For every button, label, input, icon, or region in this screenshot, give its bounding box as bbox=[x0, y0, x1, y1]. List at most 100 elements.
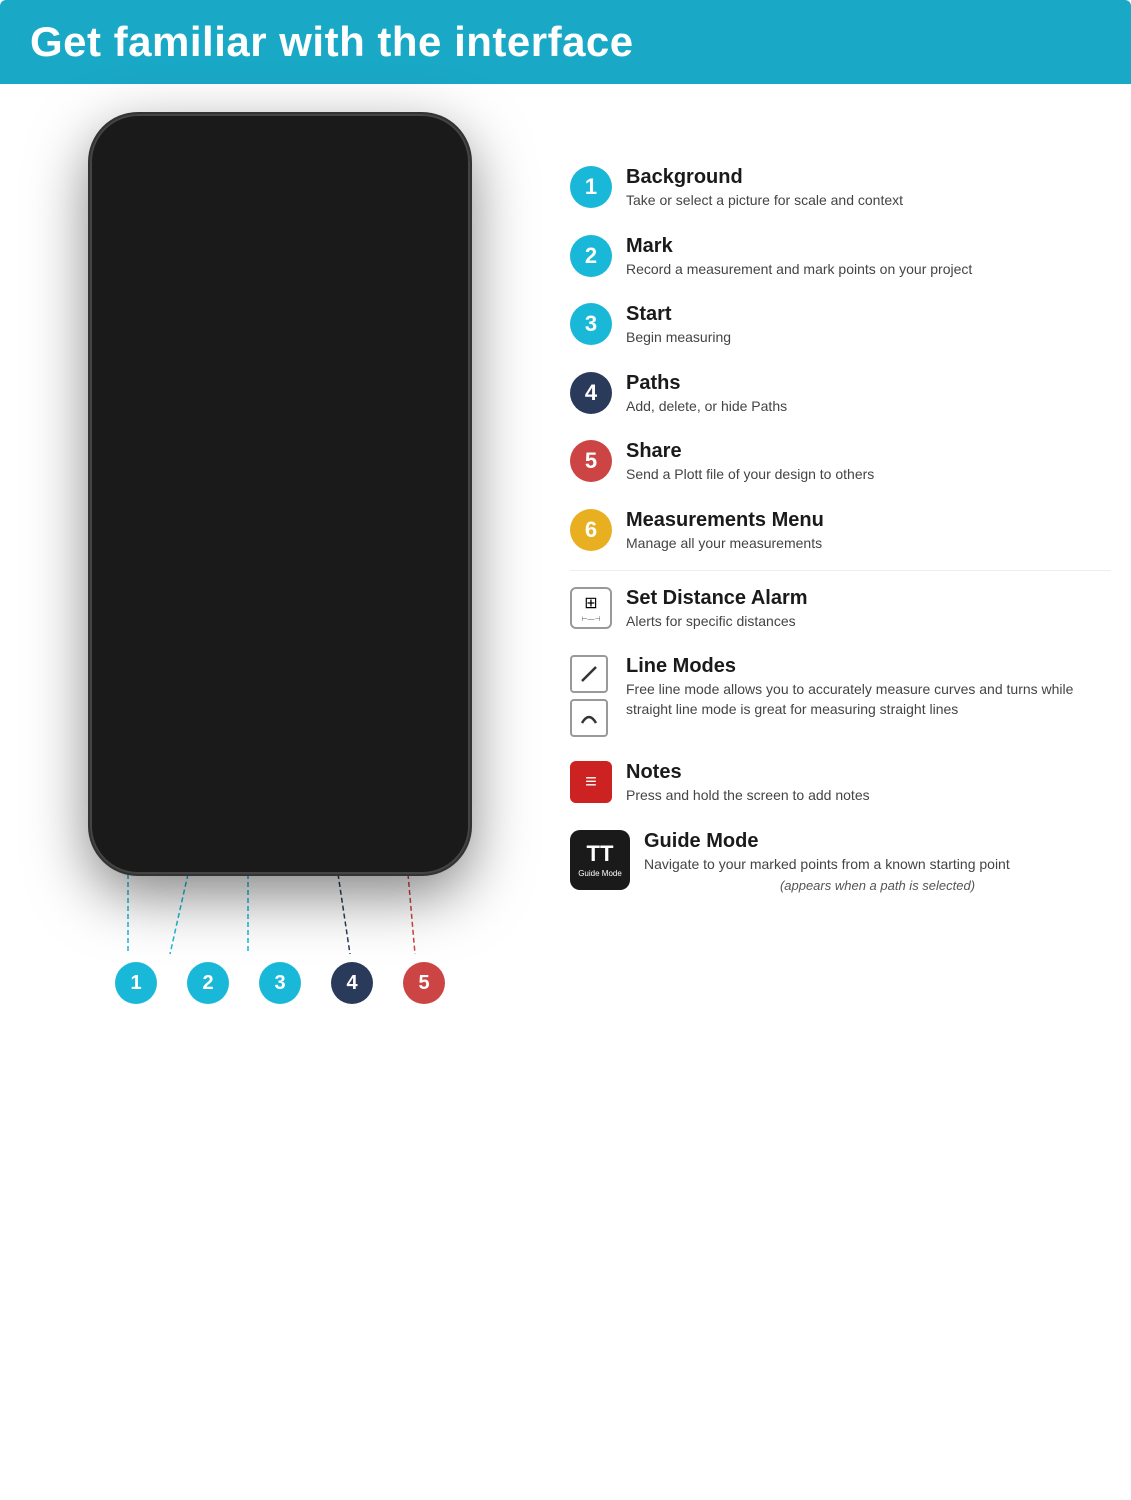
info-title-start: Start bbox=[626, 303, 1111, 326]
info-desc-share: Send a Plott file of your design to othe… bbox=[626, 465, 1111, 485]
ruler-dots-icon: ⊞ bbox=[584, 593, 597, 613]
info-text-background: Background Take or select a picture for … bbox=[626, 166, 1111, 211]
note-pin: ≡ bbox=[224, 479, 254, 509]
info-text-start: Start Begin measuring bbox=[626, 303, 1111, 348]
guide-mode-icon: TT Guide Mode bbox=[570, 830, 630, 890]
info-row-distance-alarm: ⊞ ⊢—⊣ Set Distance Alarm Alerts for spec… bbox=[570, 575, 1111, 644]
toolbar-mark[interactable]: 📍 MARK bbox=[188, 744, 248, 783]
info-text-paths: Paths Add, delete, or hide Paths bbox=[626, 372, 1111, 417]
info-text-share: Share Send a Plott file of your design t… bbox=[626, 440, 1111, 485]
appears-note: (appears when a path is selected) bbox=[644, 878, 1111, 893]
info-desc-mark: Record a measurement and mark points on … bbox=[626, 260, 1111, 280]
lot-name-label: Lot 1 bbox=[189, 162, 225, 179]
tools-icon[interactable]: 📐 bbox=[112, 243, 150, 281]
start-icon-circle: ▶ bbox=[265, 737, 305, 777]
info-title-notes: Notes bbox=[626, 761, 1111, 784]
free-line-icon bbox=[570, 655, 608, 693]
info-text-guide-mode: Guide Mode Navigate to your marked point… bbox=[644, 830, 1111, 894]
diagonal-line-svg bbox=[578, 663, 600, 685]
badge-5: 5 bbox=[570, 440, 612, 482]
info-title-paths: Paths bbox=[626, 372, 1111, 395]
info-section: 1 Background Take or select a picture fo… bbox=[570, 114, 1111, 1004]
badge-6: 6 bbox=[570, 509, 612, 551]
toolbar-background[interactable]: 🖼 BACKGROUND bbox=[111, 744, 181, 783]
content-area: No SIM 📶 12:06 PM 📶 82% ▓ ← Lot 1 ☆ ↻ ≡ bbox=[0, 84, 1131, 1024]
info-desc-distance-alarm: Alerts for specific distances bbox=[626, 612, 1111, 632]
header-banner: Get familiar with the interface bbox=[0, 0, 1131, 84]
badge-3: 3 bbox=[570, 303, 612, 345]
info-text-distance-alarm: Set Distance Alarm Alerts for specific d… bbox=[626, 587, 1111, 632]
bottom-num-4: 4 bbox=[331, 962, 373, 1004]
info-title-share: Share bbox=[626, 440, 1111, 463]
curved-line-svg bbox=[578, 707, 600, 729]
back-button[interactable]: ← bbox=[124, 160, 142, 181]
notes-icon: ≡ bbox=[570, 761, 612, 803]
info-title-mark: Mark bbox=[626, 235, 1111, 258]
bottom-num-2: 2 bbox=[187, 962, 229, 1004]
map-menu-button[interactable]: ≡ bbox=[410, 197, 448, 235]
measurements-menu-badge: 6 bbox=[164, 197, 194, 227]
info-row-measurements-menu: 6 Measurements Menu Manage all your meas… bbox=[570, 497, 1111, 566]
star-icon[interactable]: ☆ bbox=[272, 163, 284, 179]
toolbar-paths[interactable]: ◆ PATHS bbox=[322, 744, 382, 783]
measurement-polygon bbox=[104, 189, 456, 729]
guide-mode-label-sm: Guide Mode bbox=[578, 869, 622, 878]
share-icon: ↗ bbox=[409, 744, 427, 770]
info-desc-notes: Press and hold the screen to add notes bbox=[626, 786, 1111, 806]
info-desc-background: Take or select a picture for scale and c… bbox=[626, 191, 1111, 211]
info-text-line-modes: Line Modes Free line mode allows you to … bbox=[626, 655, 1111, 719]
info-row-line-modes: Line Modes Free line mode allows you to … bbox=[570, 643, 1111, 749]
info-desc-start: Begin measuring bbox=[626, 328, 1111, 348]
info-row-mark: 2 Mark Record a measurement and mark poi… bbox=[570, 223, 1111, 292]
page-wrapper: Get familiar with the interface No SIM 📶… bbox=[0, 0, 1131, 1500]
background-label: BACKGROUND bbox=[111, 773, 181, 783]
mark-icon: 📍 bbox=[204, 744, 231, 770]
tt-text: TT bbox=[587, 841, 614, 867]
toolbar-share[interactable]: ↗ SHARE bbox=[389, 744, 449, 783]
nav-bar: ← Lot 1 ☆ ↻ ≡ bbox=[104, 153, 456, 189]
info-desc-paths: Add, delete, or hide Paths bbox=[626, 397, 1111, 417]
toolbar-start[interactable]: ▶ START bbox=[255, 737, 315, 790]
badge-1: 1 bbox=[570, 166, 612, 208]
lines-icon: ≡ bbox=[585, 771, 597, 794]
time-text: 12:06 PM bbox=[258, 135, 305, 147]
mark-label: MARK bbox=[204, 773, 232, 783]
connector-area: 1 2 3 4 5 bbox=[90, 874, 470, 1004]
paths-icon: ◆ bbox=[343, 744, 360, 770]
info-row-paths: 4 Paths Add, delete, or hide Paths bbox=[570, 360, 1111, 429]
info-desc-measurements-menu: Manage all your measurements bbox=[626, 534, 1111, 554]
ruler-text: ⊢—⊣ bbox=[581, 615, 600, 623]
start-label: START bbox=[269, 780, 300, 790]
info-row-guide-mode: TT Guide Mode Guide Mode Navigate to you… bbox=[570, 818, 1111, 906]
info-row-background: 1 Background Take or select a picture fo… bbox=[570, 154, 1111, 223]
phone-container: No SIM 📶 12:06 PM 📶 82% ▓ ← Lot 1 ☆ ↻ ≡ bbox=[90, 114, 470, 874]
map-area: Measurement 4.659 ft 6 ≡ 📐 bbox=[104, 189, 456, 729]
line-mode-icons bbox=[570, 655, 612, 737]
badge-2: 2 bbox=[570, 235, 612, 277]
hamburger-icon: ≡ bbox=[424, 206, 435, 227]
info-row-notes: ≡ Notes Press and hold the screen to add… bbox=[570, 749, 1111, 818]
bottom-num-1: 1 bbox=[115, 962, 157, 1004]
paths-label: PATHS bbox=[336, 773, 367, 783]
info-row-share: 5 Share Send a Plott file of your design… bbox=[570, 428, 1111, 497]
page-title: Get familiar with the interface bbox=[30, 18, 1101, 66]
bottom-num-3: 3 bbox=[259, 962, 301, 1004]
note-icon: ≡ bbox=[235, 486, 243, 502]
info-title-distance-alarm: Set Distance Alarm bbox=[626, 587, 1111, 610]
distance-alarm-icon: ⊞ ⊢—⊣ bbox=[570, 587, 612, 629]
info-desc-line-modes: Free line mode allows you to accurately … bbox=[626, 680, 1111, 719]
share-label: SHARE bbox=[402, 773, 436, 783]
info-title-line-modes: Line Modes bbox=[626, 655, 1111, 678]
info-row-start: 3 Start Begin measuring bbox=[570, 291, 1111, 360]
straight-line-icon bbox=[570, 699, 608, 737]
info-text-mark: Mark Record a measurement and mark point… bbox=[626, 235, 1111, 280]
phone-toolbar: 🖼 BACKGROUND 📍 MARK ▶ START ◆ bbox=[104, 729, 456, 798]
carrier-text: No SIM 📶 bbox=[120, 134, 173, 147]
menu-icon[interactable]: ≡ bbox=[428, 163, 436, 178]
refresh-icon[interactable]: ↻ bbox=[371, 163, 382, 179]
note-pin-icon: ≡ bbox=[224, 479, 254, 509]
status-bar: No SIM 📶 12:06 PM 📶 82% ▓ bbox=[104, 128, 456, 153]
info-title-background: Background bbox=[626, 166, 1111, 189]
bottom-num-5: 5 bbox=[403, 962, 445, 1004]
info-text-notes: Notes Press and hold the screen to add n… bbox=[626, 761, 1111, 806]
